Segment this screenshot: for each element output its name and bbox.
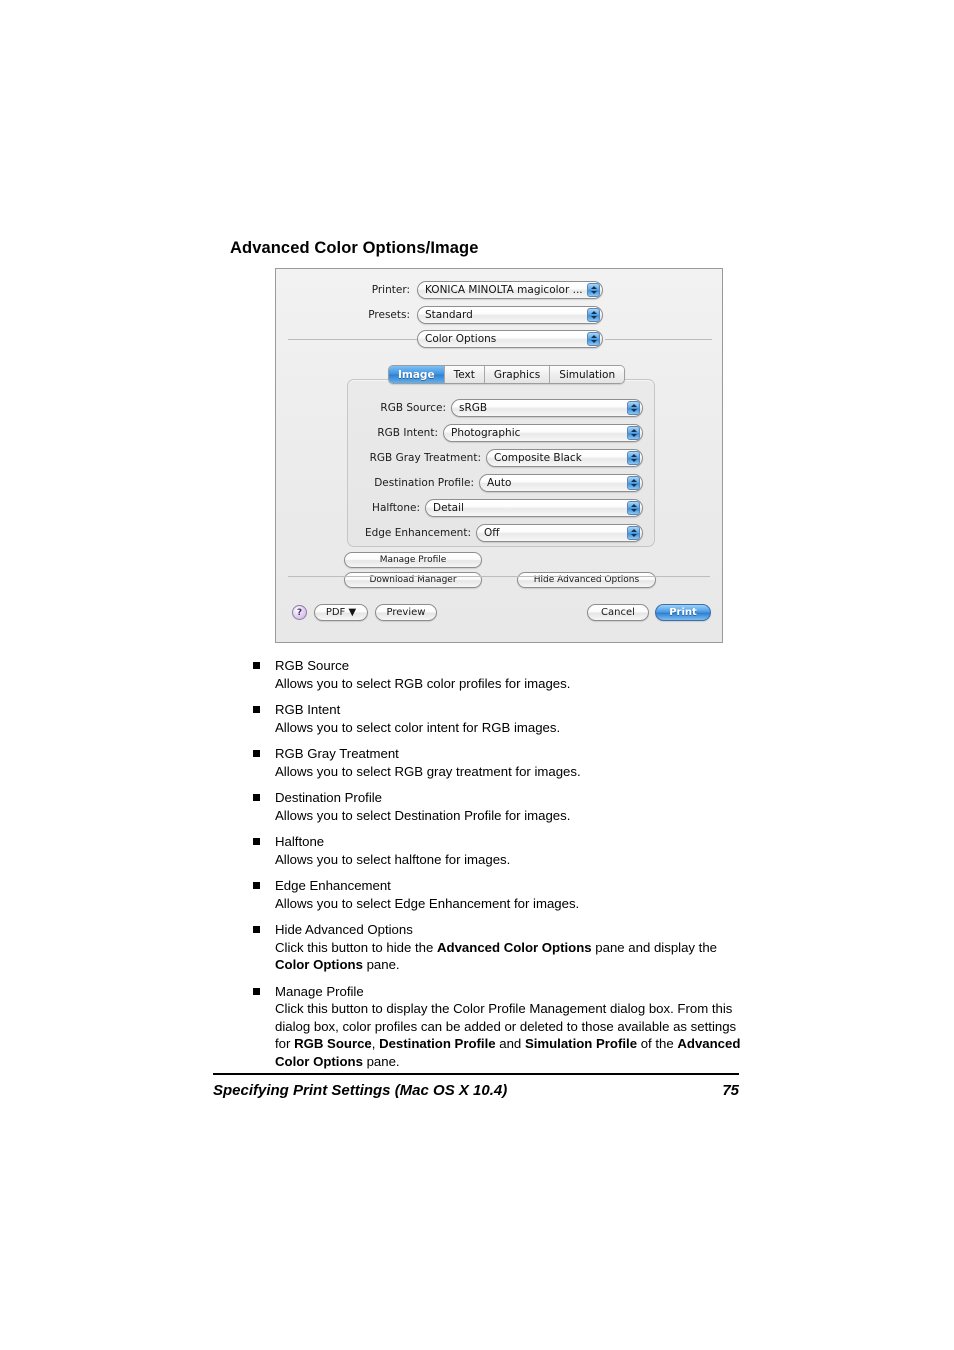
printer-value: KONICA MINOLTA magicolor ... (425, 284, 583, 296)
printer-row: Printer: KONICA MINOLTA magicolor ... (332, 281, 712, 299)
image-options-panel: RGB Source: sRGB RGB Intent: Photographi… (347, 379, 655, 547)
destination-profile-label: Destination Profile: (374, 477, 474, 489)
rgb-gray-treatment-popup[interactable]: Composite Black (486, 449, 643, 467)
halftone-popup[interactable]: Detail (425, 499, 643, 517)
print-button[interactable]: Print (655, 604, 711, 621)
rgb-source-popup[interactable]: sRGB (451, 399, 643, 417)
destination-profile-row: Destination Profile: Auto (358, 474, 648, 492)
rgb-intent-row: RGB Intent: Photographic (358, 424, 648, 442)
rgb-intent-value: Photographic (451, 427, 521, 439)
chevron-updown-icon[interactable] (587, 308, 600, 322)
square-bullet-icon (253, 750, 260, 757)
rgb-intent-popup[interactable]: Photographic (443, 424, 643, 442)
list-item: RGB Intent Allows you to select color in… (253, 701, 753, 736)
list-item-description: Allows you to select RGB gray treatment … (275, 763, 581, 779)
square-bullet-icon (253, 838, 260, 845)
square-bullet-icon (253, 987, 260, 995)
square-bullet-icon (253, 662, 260, 669)
manage-profile-button[interactable]: Manage Profile (344, 552, 482, 568)
printer-popup[interactable]: KONICA MINOLTA magicolor ... (417, 281, 603, 299)
list-item: Halftone Allows you to select halftone f… (253, 833, 753, 868)
halftone-value: Detail (433, 502, 464, 514)
square-bullet-icon (253, 926, 260, 933)
list-item-term: RGB Intent (275, 702, 341, 717)
tab-graphics[interactable]: Graphics (484, 366, 551, 383)
square-bullet-icon (253, 882, 260, 889)
rgb-gray-treatment-label: RGB Gray Treatment: (369, 452, 481, 464)
cancel-button[interactable]: Cancel (587, 604, 649, 621)
chevron-updown-icon[interactable] (587, 283, 600, 297)
list-item-description: Allows you to select color intent for RG… (275, 719, 561, 735)
help-icon[interactable]: ? (292, 605, 307, 620)
chevron-updown-icon[interactable] (587, 332, 600, 346)
edge-enhancement-row: Edge Enhancement: Off (358, 524, 648, 542)
rgb-source-label: RGB Source: (380, 402, 446, 414)
preview-button[interactable]: Preview (375, 604, 437, 621)
rgb-gray-treatment-row: RGB Gray Treatment: Composite Black (358, 449, 648, 467)
presets-popup[interactable]: Standard (417, 306, 603, 324)
edge-enhancement-label: Edge Enhancement: (364, 527, 471, 539)
list-item-description: Click this button to display the Color P… (275, 1001, 741, 1069)
footer-title: Specifying Print Settings (Mac OS X 10.4… (213, 1082, 508, 1099)
list-item-description: Allows you to select Destination Profile… (275, 807, 571, 823)
list-item-description: Click this button to hide the Advanced C… (275, 939, 718, 973)
printer-label: Printer: (371, 284, 410, 296)
dialog-footer-divider (288, 576, 710, 577)
list-item: RGB Source Allows you to select RGB colo… (253, 657, 753, 692)
list-item-term: Hide Advanced Options (275, 922, 413, 937)
page-title: Advanced Color Options/Image (230, 239, 479, 257)
dialog-body: Printer: KONICA MINOLTA magicolor ... Pr… (276, 269, 722, 642)
chevron-updown-icon[interactable] (627, 401, 640, 415)
pane-separator-left (288, 339, 417, 340)
list-item-description: Allows you to select Edge Enhancement fo… (275, 895, 580, 911)
list-item-term: RGB Source (275, 658, 350, 673)
list-item-description: Allows you to select halftone for images… (275, 851, 511, 867)
description-list: RGB Source Allows you to select RGB colo… (253, 657, 753, 1079)
edge-enhancement-popup[interactable]: Off (476, 524, 643, 542)
tab-text[interactable]: Text (444, 366, 485, 383)
list-item: RGB Gray Treatment Allows you to select … (253, 745, 753, 780)
tab-simulation[interactable]: Simulation (550, 366, 625, 383)
tab-image[interactable]: Image (389, 366, 445, 383)
tab-strip: Image Text Graphics Simulation (388, 365, 626, 384)
hide-advanced-options-button[interactable]: Hide Advanced Options (517, 572, 656, 588)
pane-selector-popup[interactable]: Color Options (417, 330, 603, 348)
square-bullet-icon (253, 706, 260, 713)
rgb-intent-label: RGB Intent: (377, 427, 438, 439)
halftone-row: Halftone: Detail (358, 499, 648, 517)
rgb-source-value: sRGB (459, 402, 488, 414)
list-item: Hide Advanced Options Click this button … (253, 921, 753, 974)
chevron-updown-icon[interactable] (627, 476, 640, 490)
presets-label: Presets: (368, 309, 410, 321)
footer-page-number: 75 (722, 1082, 739, 1099)
list-item-description: Allows you to select RGB color profiles … (275, 675, 571, 691)
presets-row: Presets: Standard (332, 306, 712, 324)
chevron-updown-icon[interactable] (627, 526, 640, 540)
rgb-source-row: RGB Source: sRGB (358, 399, 648, 417)
destination-profile-popup[interactable]: Auto (479, 474, 643, 492)
pdf-button[interactable]: PDF ▼ (314, 604, 368, 621)
rgb-gray-treatment-value: Composite Black (494, 452, 582, 464)
halftone-label: Halftone: (372, 502, 420, 514)
list-item-term: Destination Profile (275, 790, 383, 805)
chevron-updown-icon[interactable] (627, 501, 640, 515)
chevron-updown-icon[interactable] (627, 426, 640, 440)
square-bullet-icon (253, 794, 260, 801)
print-dialog: Printer: KONICA MINOLTA magicolor ... Pr… (275, 268, 723, 643)
presets-value: Standard (425, 309, 473, 321)
pane-selector-value: Color Options (425, 333, 497, 345)
chevron-updown-icon[interactable] (627, 451, 640, 465)
list-item-term: Edge Enhancement (275, 878, 391, 893)
edge-enhancement-value: Off (484, 527, 500, 539)
download-manager-button[interactable]: Download Manager (344, 572, 482, 588)
pane-separator-right (605, 339, 712, 340)
list-item-term: Manage Profile (275, 983, 364, 999)
list-item: Destination Profile Allows you to select… (253, 789, 753, 824)
footer-rule (213, 1073, 739, 1075)
list-item: Edge Enhancement Allows you to select Ed… (253, 877, 753, 912)
list-item-term: RGB Gray Treatment (275, 746, 399, 761)
destination-profile-value: Auto (487, 477, 512, 489)
list-item: Manage Profile Click this button to disp… (253, 983, 753, 1071)
list-item-term: Halftone (275, 834, 325, 849)
